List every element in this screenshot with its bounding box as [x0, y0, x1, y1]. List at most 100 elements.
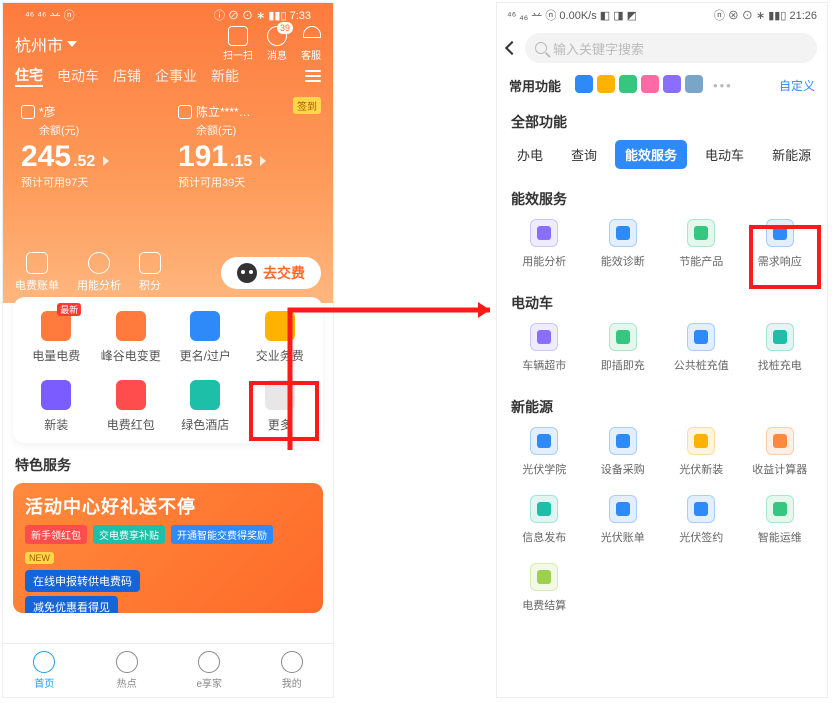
highlight-demand-response [749, 225, 821, 289]
chevron-down-icon [67, 41, 77, 47]
tab-0[interactable]: 住宅 [15, 65, 43, 87]
function-tab-1[interactable]: 查询 [561, 140, 607, 169]
tab-label: 首页 [34, 675, 54, 690]
grid-item-6[interactable]: 绿色酒店 [168, 380, 243, 433]
func-item-0-2[interactable]: 节能产品 [662, 219, 741, 269]
frequent-functions: 常用功能 ••• 自定义 [497, 69, 827, 102]
mine-tab[interactable]: 我的 [251, 644, 334, 697]
action-label: 用能分析 [77, 277, 121, 293]
all-functions-screen: ⁴⁶ ₄₆ 䒑 ⓝ 0.00K/s ◧ ◨ ◩ ⓝ ⊗ ⊙ ∗ ▮▮▯ 21:2… [496, 2, 828, 698]
freq-icon-3[interactable] [641, 75, 659, 93]
promo-banner[interactable]: 活动中心好礼送不停 新手领红包交电费享补贴开通智能交费得奖励 NEW 在线申报转… [13, 483, 323, 613]
grid-item-1[interactable]: 峰谷电变更 [94, 311, 169, 364]
grid-label: 交业务费 [256, 347, 304, 364]
func-icon [530, 427, 558, 455]
func-item-2-6[interactable]: 光伏签约 [662, 495, 741, 545]
freq-icon-0[interactable] [575, 75, 593, 93]
special-title: 特色服务 [3, 443, 333, 479]
tab-4[interactable]: 新能 [211, 66, 239, 86]
func-item-2-8[interactable]: 电费结算 [505, 563, 584, 613]
func-label: 车辆超市 [522, 357, 566, 373]
func-icon [530, 563, 558, 591]
account-card-1[interactable]: 签到陈立****…余额(元)191.15预计可用39天 [172, 97, 321, 196]
func-item-2-5[interactable]: 光伏账单 [584, 495, 663, 545]
home-tab[interactable]: 首页 [3, 644, 86, 697]
tab-2[interactable]: 店铺 [113, 66, 141, 86]
grid-label: 绿色酒店 [181, 416, 229, 433]
freq-icon-1[interactable] [597, 75, 615, 93]
bot-icon [237, 263, 257, 283]
func-item-2-0[interactable]: 光伏学院 [505, 427, 584, 477]
grid-item-2[interactable]: 更名/过户 [168, 311, 243, 364]
func-icon [687, 219, 715, 247]
func-label: 节能产品 [679, 253, 723, 269]
func-item-2-4[interactable]: 信息发布 [505, 495, 584, 545]
grid-item-0[interactable]: 最新电量电费 [19, 311, 94, 364]
func-icon [530, 495, 558, 523]
func-label: 找桩充电 [758, 357, 802, 373]
tab-label: 我的 [282, 675, 302, 690]
menu-icon[interactable] [305, 70, 321, 82]
func-item-1-0[interactable]: 车辆超市 [505, 323, 584, 373]
status-bar: ⁴⁶ ₄₆ 䒑 ⓝ 0.00K/s ◧ ◨ ◩ ⓝ ⊗ ⊙ ∗ ▮▮▯ 21:2… [497, 3, 827, 27]
function-tab-3[interactable]: 电动车 [695, 140, 754, 169]
function-tab-4[interactable]: 新能源 [762, 140, 821, 169]
func-item-0-1[interactable]: 能效诊断 [584, 219, 663, 269]
location-picker[interactable]: 杭州市 [15, 32, 77, 56]
grid-item-5[interactable]: 电费红包 [94, 380, 169, 433]
family-tab[interactable]: e享家 [168, 644, 251, 697]
func-item-0-0[interactable]: 用能分析 [505, 219, 584, 269]
search-input[interactable]: 输入关键字搜索 [525, 33, 817, 63]
balance-dec: .15 [230, 153, 252, 171]
hot-tab[interactable]: 热点 [86, 644, 169, 697]
func-item-2-1[interactable]: 设备采购 [584, 427, 663, 477]
func-item-1-3[interactable]: 找桩充电 [741, 323, 820, 373]
usage-icon[interactable]: 用能分析 [77, 252, 121, 293]
home-tab-icon [33, 651, 55, 673]
func-label: 光伏学院 [522, 461, 566, 477]
freq-icon-5[interactable] [685, 75, 703, 93]
promo-new-badge: NEW [25, 552, 54, 564]
chevron-right-icon [103, 156, 109, 166]
function-tab-2[interactable]: 能效服务 [615, 140, 687, 169]
account-card-0[interactable]: *彦余额(元)245.52预计可用97天 [15, 97, 164, 196]
customize-link[interactable]: 自定义 [779, 77, 815, 94]
hero-panel: ⁴⁶ ⁴⁶ 䒑 ⓝ ⓘ ⊘ ⊙ ∗ ▮▮▯ 7:33 杭州市 扫一扫 39消息客服… [3, 3, 333, 303]
back-icon[interactable] [505, 41, 519, 55]
location-label: 杭州市 [15, 32, 63, 56]
pay-button[interactable]: 去交费 [221, 257, 321, 289]
function-tab-0[interactable]: 办电 [507, 140, 553, 169]
func-item-2-7[interactable]: 智能运维 [741, 495, 820, 545]
freq-icon-4[interactable] [663, 75, 681, 93]
message-icon[interactable]: 39消息 [267, 26, 287, 62]
bill-icon-glyph [26, 252, 48, 274]
points-icon[interactable]: 积分 [139, 252, 161, 293]
search-placeholder: 输入关键字搜索 [553, 39, 644, 58]
status-right: ⓝ ⊗ ⊙ ∗ ▮▮▯ 21:26 [714, 7, 817, 23]
scan-icon[interactable]: 扫一扫 [223, 26, 253, 62]
grid-icon: 最新 [41, 311, 71, 341]
service-icon[interactable]: 客服 [301, 26, 321, 62]
freq-icon-2[interactable] [619, 75, 637, 93]
func-icon [687, 495, 715, 523]
tab-3[interactable]: 企事业 [155, 66, 197, 86]
func-item-2-3[interactable]: 收益计算器 [741, 427, 820, 477]
icon-label: 客服 [301, 47, 321, 62]
tab-1[interactable]: 电动车 [57, 66, 99, 86]
grid-item-4[interactable]: 新装 [19, 380, 94, 433]
func-icon [766, 495, 794, 523]
status-left: ⁴⁶ ₄₆ 䒑 ⓝ 0.00K/s ◧ ◨ ◩ [507, 7, 637, 23]
grid-item-3[interactable]: 交业务费 [243, 311, 318, 364]
status-right: ⓘ ⊘ ⊙ ∗ ▮▮▯ 7:33 [214, 7, 311, 23]
balance-int: 245 [21, 140, 71, 174]
status-left: ⁴⁶ ⁴⁶ 䒑 ⓝ [25, 7, 75, 23]
func-item-2-2[interactable]: 光伏新装 [662, 427, 741, 477]
func-item-1-2[interactable]: 公共桩充值 [662, 323, 741, 373]
home-icon [21, 105, 35, 119]
usage-icon-glyph [88, 252, 110, 274]
pay-label: 去交费 [263, 263, 305, 283]
func-item-1-1[interactable]: 即插即充 [584, 323, 663, 373]
tab-label: e享家 [196, 675, 222, 690]
bill-icon[interactable]: 电费账单 [15, 252, 59, 293]
checkin-badge[interactable]: 签到 [293, 97, 321, 114]
